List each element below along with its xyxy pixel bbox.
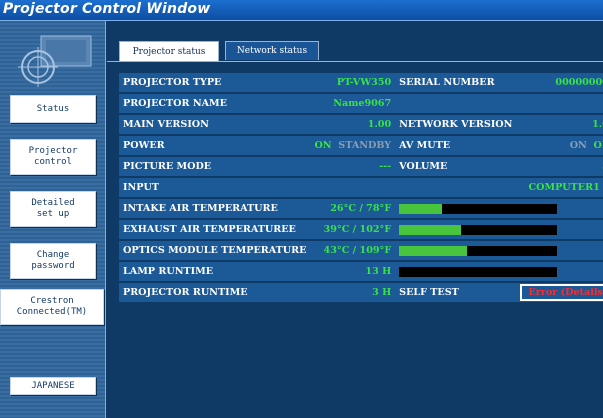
window-title: Projector Control Window bbox=[3, 1, 211, 17]
self-test-error-details-link[interactable]: Error (Details) bbox=[520, 284, 603, 301]
tab-projector-status[interactable]: Projector status bbox=[119, 41, 219, 61]
table-row: MAIN VERSION 1.00 NETWORK VERSION 1.00 bbox=[119, 114, 603, 136]
change-password-button[interactable]: Change password bbox=[10, 243, 96, 279]
crestron-connected-button-label: Crestron Connected(TM) bbox=[16, 296, 88, 317]
projector-type-value: PT-VW350 bbox=[310, 73, 396, 94]
table-row: OPTICS MODULE TEMPERATURE 43°C / 109°F bbox=[119, 240, 603, 262]
av-mute-label: AV MUTE bbox=[395, 135, 517, 157]
projector-runtime-label: PROJECTOR RUNTIME bbox=[119, 282, 311, 304]
table-row: INPUT COMPUTER1 bbox=[119, 177, 603, 199]
volume-label: VOLUME bbox=[395, 156, 517, 178]
serial-number-label: SERIAL NUMBER bbox=[395, 73, 517, 94]
projector-runtime-value: 3 H bbox=[310, 282, 396, 304]
optics-temp-value: 43°C / 109°F bbox=[310, 240, 396, 262]
lamp-runtime-value: 13 H bbox=[310, 261, 396, 283]
projector-name-label: PROJECTOR NAME bbox=[119, 93, 311, 115]
picture-mode-label: PICTURE MODE bbox=[119, 156, 311, 178]
input-label: INPUT bbox=[119, 177, 311, 199]
intake-temp-value: 26°C / 78°F bbox=[310, 198, 396, 220]
projector-logo-icon bbox=[18, 35, 92, 87]
power-value: ON STANDBY bbox=[310, 135, 396, 157]
exhaust-temp-value: 39°C / 102°F bbox=[310, 219, 396, 241]
detailed-setup-button[interactable]: Detailed set up bbox=[10, 191, 96, 227]
lamp-runtime-bar bbox=[399, 266, 558, 277]
sidebar: Status Projector control Detailed set up… bbox=[0, 21, 106, 418]
projector-control-button-label: Projector control bbox=[28, 146, 78, 167]
main-version-label: MAIN VERSION bbox=[119, 114, 311, 136]
serial-number-value: 000000000 bbox=[516, 73, 603, 94]
av-mute-value: ON OFF bbox=[516, 135, 603, 157]
change-password-button-label: Change password bbox=[31, 250, 75, 271]
detailed-setup-button-label: Detailed set up bbox=[31, 198, 75, 219]
power-on-indicator: ON bbox=[314, 140, 332, 151]
network-version-label: NETWORK VERSION bbox=[395, 114, 517, 136]
table-row: POWER ON STANDBY AV MUTE ON OFF bbox=[119, 135, 603, 157]
projector-control-window: Projector Control Window Status Projecto… bbox=[0, 0, 603, 418]
tab-network-status[interactable]: Network status bbox=[225, 41, 319, 60]
main-version-value: 1.00 bbox=[310, 114, 396, 136]
projector-control-button[interactable]: Projector control bbox=[10, 139, 96, 175]
status-button[interactable]: Status bbox=[10, 95, 96, 123]
table-row: EXHAUST AIR TEMPERATUREE 39°C / 102°F bbox=[119, 219, 603, 241]
input-value: COMPUTER1 bbox=[310, 177, 603, 199]
status-button-label: Status bbox=[36, 103, 70, 114]
japanese-language-button[interactable]: JAPANESE bbox=[10, 377, 96, 395]
optics-temp-bar bbox=[399, 245, 558, 256]
table-row: PROJECTOR RUNTIME 3 H SELF TEST Error (D… bbox=[119, 282, 603, 304]
av-mute-on-indicator: ON bbox=[569, 140, 587, 151]
tab-divider bbox=[107, 61, 603, 62]
optics-temp-label: OPTICS MODULE TEMPERATURE bbox=[119, 240, 311, 262]
japanese-language-button-label: JAPANESE bbox=[31, 380, 75, 391]
network-version-value: 1.00 bbox=[516, 114, 603, 136]
main-panel: Projector status Network status PROJECTO… bbox=[107, 21, 603, 418]
table-row: INTAKE AIR TEMPERATURE 26°C / 78°F bbox=[119, 198, 603, 220]
power-standby-indicator: STANDBY bbox=[338, 140, 392, 151]
projector-status-table: PROJECTOR TYPE PT-VW350 SERIAL NUMBER 00… bbox=[119, 73, 603, 304]
title-bar: Projector Control Window bbox=[0, 0, 603, 21]
table-row: PROJECTOR NAME Name9067 bbox=[119, 93, 603, 115]
table-row: LAMP RUNTIME 13 H bbox=[119, 261, 603, 283]
tab-network-status-label: Network status bbox=[236, 46, 308, 56]
projector-type-label: PROJECTOR TYPE bbox=[119, 73, 311, 94]
av-mute-off-indicator: OFF bbox=[593, 140, 603, 151]
lamp-runtime-label: LAMP RUNTIME bbox=[119, 261, 311, 283]
self-test-label: SELF TEST bbox=[395, 282, 517, 304]
table-row: PROJECTOR TYPE PT-VW350 SERIAL NUMBER 00… bbox=[119, 73, 603, 94]
exhaust-temp-label: EXHAUST AIR TEMPERATUREE bbox=[119, 219, 311, 241]
table-row: PICTURE MODE --- VOLUME 32 bbox=[119, 156, 603, 178]
intake-temp-label: INTAKE AIR TEMPERATURE bbox=[119, 198, 311, 220]
empty-area bbox=[119, 327, 597, 415]
volume-value: 32 bbox=[516, 156, 603, 178]
empty-cell bbox=[395, 93, 603, 115]
picture-mode-value: --- bbox=[310, 156, 396, 178]
intake-temp-bar bbox=[399, 203, 558, 214]
projector-name-value: Name9067 bbox=[310, 93, 396, 115]
crestron-connected-button[interactable]: Crestron Connected(TM) bbox=[0, 289, 104, 325]
tab-projector-status-label: Projector status bbox=[132, 46, 206, 57]
power-label: POWER bbox=[119, 135, 311, 157]
exhaust-temp-bar bbox=[399, 224, 558, 235]
